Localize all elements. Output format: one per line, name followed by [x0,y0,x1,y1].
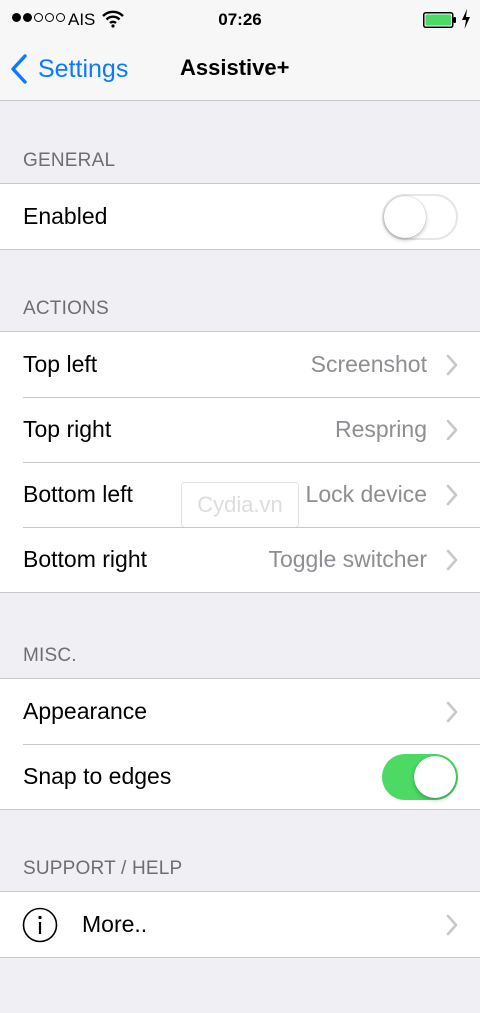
row-value: Screenshot [310,351,427,377]
row-label: Bottom left [23,481,133,507]
back-button[interactable]: Settings [10,52,128,86]
row-more[interactable]: More.. [0,892,480,957]
row-top-right[interactable]: Top right Respring [0,397,480,462]
row-top-left[interactable]: Top left Screenshot [0,332,480,397]
appearance-label: Appearance [23,698,148,724]
enabled-toggle[interactable] [382,193,458,240]
info-icon [22,907,58,942]
section-header-support: SUPPORT / HELP [23,858,183,879]
chevron-right-icon [446,701,458,722]
section-header-misc: MISC. [23,645,77,666]
enabled-label: Enabled [23,203,108,229]
row-enabled: Enabled [0,184,480,249]
chevron-right-icon [446,484,458,505]
battery-icon [423,12,456,28]
top-bar: AIS 07:26 Settings Assistive+ [0,0,480,101]
row-value: Respring [334,416,427,442]
row-appearance[interactable]: Appearance [0,679,480,744]
back-button-label: Settings [38,54,129,83]
chevron-right-icon [446,354,458,375]
row-label: Bottom right [23,546,147,572]
page-title: Assistive+ [180,55,290,80]
snap-label: Snap to edges [23,763,172,789]
row-bottom-right[interactable]: Bottom right Toggle switcher [0,527,480,592]
section-header-general: GENERAL [23,150,116,171]
row-label: Top right [23,416,112,442]
section-header-actions: ACTIONS [23,298,109,319]
snap-to-edges-toggle[interactable] [382,753,458,800]
group-actions: Top left Screenshot Top right Respring B… [0,331,480,593]
chevron-right-icon [446,549,458,570]
more-label: More.. [82,911,148,937]
chevron-left-icon [11,54,27,84]
group-support: More.. [0,891,480,958]
watermark: Cydia.vn [181,482,299,528]
group-general: Enabled [0,183,480,250]
row-value: Toggle switcher [268,546,427,572]
charging-bolt-icon [462,9,470,29]
chevron-right-icon [446,914,458,935]
row-label: Top left [23,351,98,377]
status-bar: AIS 07:26 [0,0,480,40]
chevron-right-icon [446,419,458,440]
row-snap-to-edges: Snap to edges [0,744,480,809]
group-misc: Appearance Snap to edges [0,678,480,810]
row-value: Lock device [305,481,427,507]
clock: 07:26 [218,10,262,29]
